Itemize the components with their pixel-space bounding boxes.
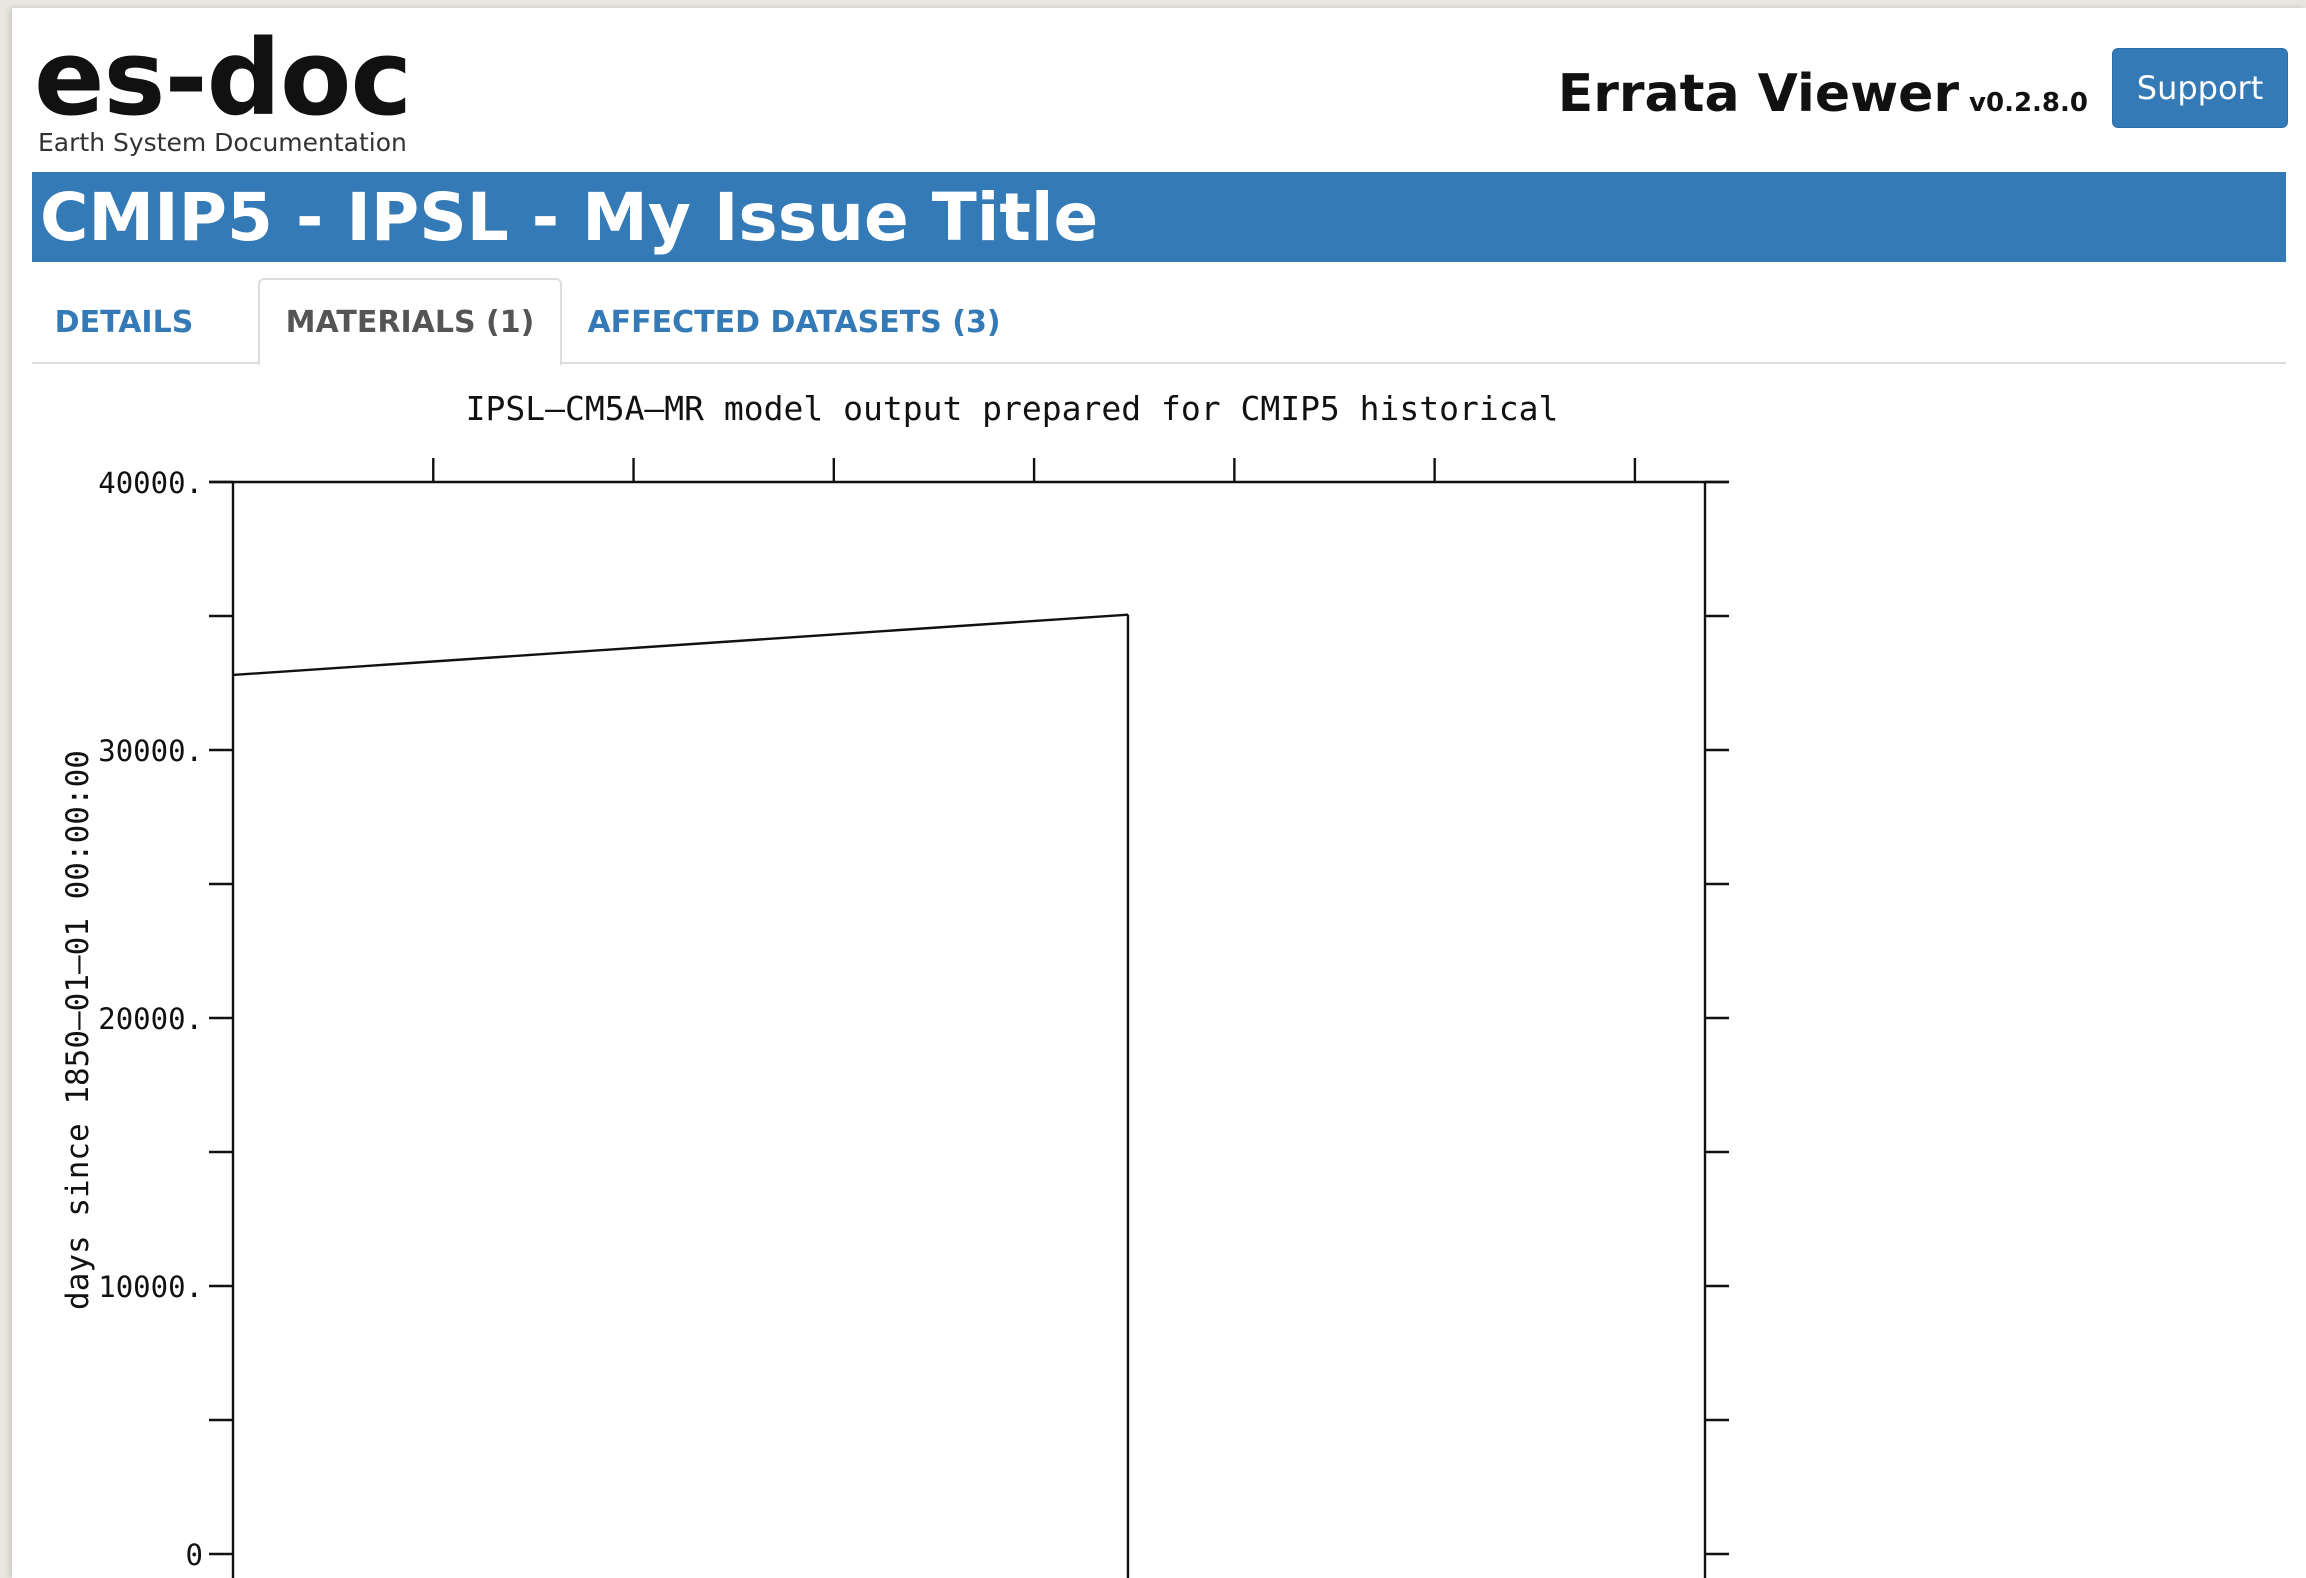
app-title: Errata Viewer v0.2.8.0: [1558, 64, 2088, 124]
app-version: v0.2.8.0: [1969, 88, 2088, 118]
es-doc-logo[interactable]: es-doc Earth System Documentation: [34, 17, 412, 157]
app-title-text: Errata Viewer: [1557, 64, 1960, 124]
y-tick-label: 40000.: [98, 466, 203, 500]
chart-title: IPSL—CM5A—MR model output prepared for C…: [466, 389, 1559, 428]
y-tick-label: 20000.: [98, 1002, 203, 1036]
chart-ylabel: days since 1850–01–01 00:00:00: [60, 750, 96, 1310]
issue-title: CMIP5 - IPSL - My Issue Title: [40, 178, 1099, 256]
y-tick-label: 10000.: [98, 1270, 203, 1304]
issue-title-banner: CMIP5 - IPSL - My Issue Title: [32, 172, 2286, 262]
y-tick-label: 30000.: [98, 734, 203, 768]
tab-materials[interactable]: MATERIALS (1): [258, 278, 562, 366]
data-line: [232, 613, 1129, 677]
logo-subtitle: Earth System Documentation: [38, 128, 407, 157]
y-tick-label: 0: [186, 1538, 203, 1572]
app-window: es-doc Earth System Documentation Errata…: [12, 8, 2306, 1578]
support-button[interactable]: Support: [2112, 48, 2288, 128]
plot-area: 40000. 30000. 20000. 10000. 0: [98, 458, 1729, 1578]
materials-plot: IPSL—CM5A—MR model output prepared for C…: [60, 389, 1729, 1578]
issue-tabs: DETAILS MATERIALS (1) AFFECTED DATASETS …: [32, 270, 2286, 366]
tab-details[interactable]: DETAILS: [32, 278, 216, 366]
logo-text: es-doc: [34, 17, 412, 139]
tab-affected-datasets[interactable]: AFFECTED DATASETS (3): [584, 278, 1004, 366]
